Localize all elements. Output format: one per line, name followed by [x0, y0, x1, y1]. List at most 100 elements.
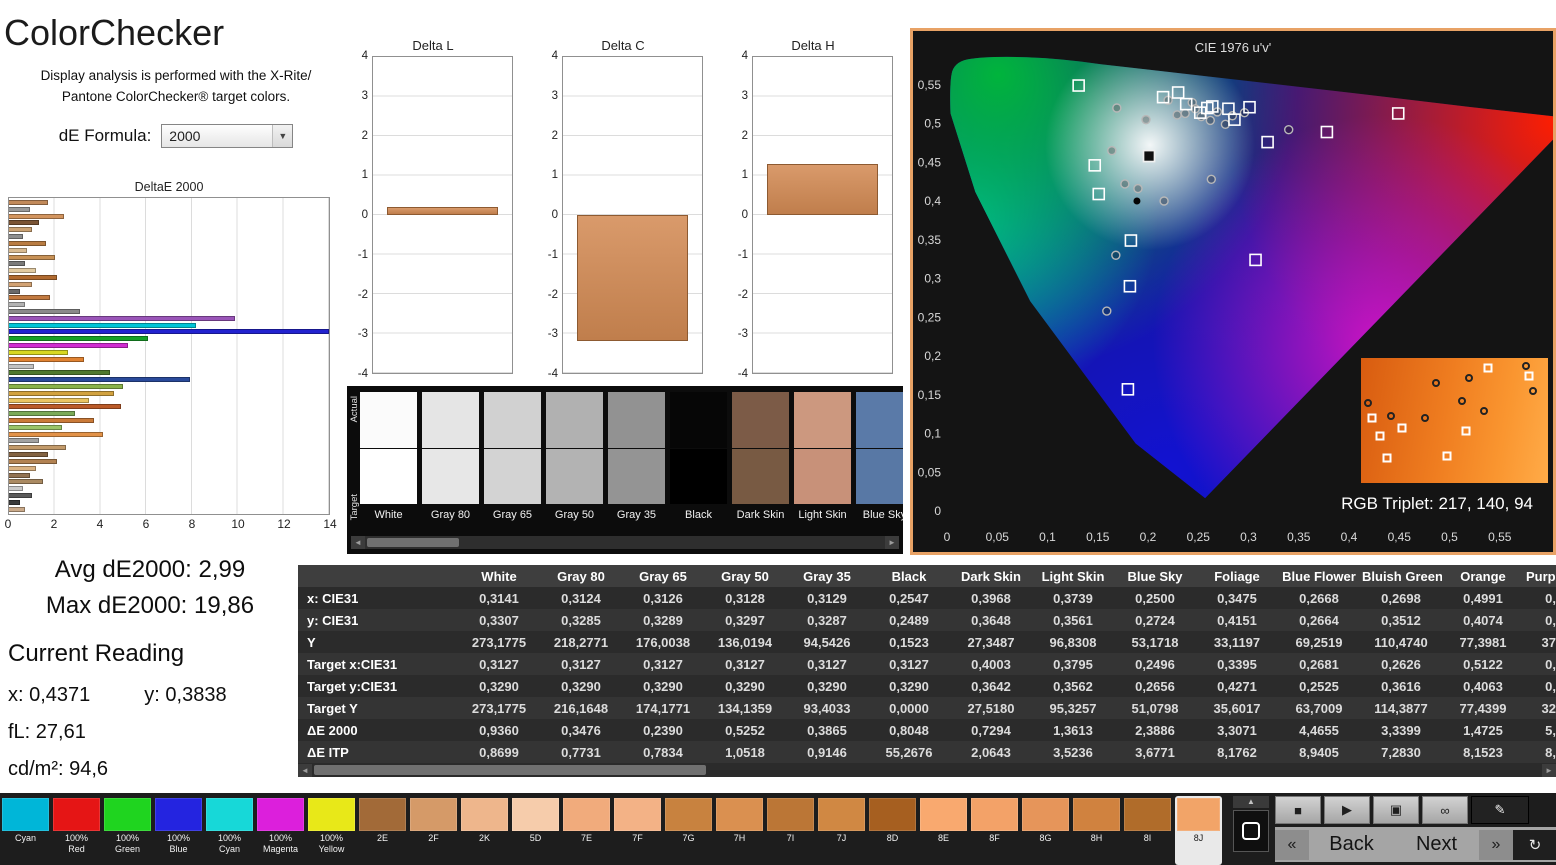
- edit-button[interactable]: ✎: [1471, 796, 1529, 824]
- patch-8f[interactable]: 8F: [971, 798, 1018, 865]
- patch-2e[interactable]: 2E: [359, 798, 406, 865]
- swatch-scrollbar[interactable]: ◄ ►: [351, 536, 899, 549]
- rgb-triplet-label: RGB Triplet: 217, 140, 94: [1341, 494, 1533, 514]
- play-button[interactable]: ▶: [1324, 796, 1370, 824]
- y-axis-tick-label: 0,55: [918, 78, 942, 92]
- deltae-bar: [9, 500, 20, 505]
- table-scrollbar[interactable]: ◄ ►: [298, 763, 1556, 777]
- patch-100-blue[interactable]: 100%Blue: [155, 798, 202, 865]
- patch-5d[interactable]: 5D: [512, 798, 559, 865]
- capture-button[interactable]: ▣: [1373, 796, 1419, 824]
- table-cell: 0,3865: [786, 719, 868, 741]
- patch-7g[interactable]: 7G: [665, 798, 712, 865]
- table-cell: 8,9405: [1278, 741, 1360, 763]
- patch-2f[interactable]: 2F: [410, 798, 457, 865]
- patch-color-swatch: [1177, 798, 1220, 831]
- axis-tick-label: 1: [362, 169, 368, 181]
- patch-8d[interactable]: 8D: [869, 798, 916, 865]
- patch-scroll-up-icon[interactable]: ▲: [1233, 796, 1269, 808]
- column-header-gray-65: Gray 65: [622, 565, 704, 587]
- patch-8e[interactable]: 8E: [920, 798, 967, 865]
- swatch-dark-skin[interactable]: Dark Skin: [732, 392, 789, 524]
- swatch-gray-65[interactable]: Gray 65: [484, 392, 541, 524]
- y-axis-ticks: 43210-1-2-3-4: [352, 56, 372, 374]
- table-row: Target y:CIE310,32900,32900,32900,32900,…: [298, 675, 1556, 697]
- patch-8g[interactable]: 8G: [1022, 798, 1069, 865]
- deltae-bar: [9, 459, 57, 464]
- patch-7j[interactable]: 7J: [818, 798, 865, 865]
- measurement-marker: [1142, 116, 1150, 124]
- patch-color-swatch: [614, 798, 661, 831]
- swatch-gray-80[interactable]: Gray 80: [422, 392, 479, 524]
- patch-8j[interactable]: 8J: [1175, 796, 1222, 865]
- measurement-marker: [1112, 251, 1120, 259]
- axis-tick-label: 4: [742, 50, 748, 62]
- swatch-gray-50[interactable]: Gray 50: [546, 392, 603, 524]
- link-button[interactable]: ∞: [1422, 796, 1468, 824]
- patch-label: 8E: [920, 833, 967, 844]
- deltae-bar: [9, 493, 32, 498]
- axis-tick-label: -1: [548, 249, 558, 261]
- swatch-actual: [856, 392, 903, 448]
- actual-row-label: Actual: [349, 396, 360, 422]
- row-label: y: CIE31: [298, 609, 458, 631]
- axis-tick-label: 3: [362, 90, 368, 102]
- current-patch-button[interactable]: [1233, 810, 1269, 852]
- patch-7i[interactable]: 7I: [767, 798, 814, 865]
- patch-label: 100%Green: [104, 833, 151, 854]
- stop-button[interactable]: ■: [1275, 796, 1321, 824]
- swatch-white[interactable]: White: [360, 392, 417, 524]
- patch-8h[interactable]: 8H: [1073, 798, 1120, 865]
- swatch-gray-35[interactable]: Gray 35: [608, 392, 665, 524]
- swatch-scroll-thumb[interactable]: [367, 538, 459, 547]
- y-axis-ticks: 43210-1-2-3-4: [542, 56, 562, 374]
- scroll-right-icon[interactable]: ►: [1542, 764, 1556, 777]
- deltae-bar: [9, 357, 84, 362]
- reading-cdm2: cd/m²: 94,6: [8, 758, 300, 781]
- patch-100-green[interactable]: 100%Green: [104, 798, 151, 865]
- scroll-right-icon[interactable]: ►: [885, 536, 899, 549]
- reading-y: y: 0,3838: [144, 684, 226, 707]
- scroll-left-icon[interactable]: ◄: [351, 536, 365, 549]
- next-chevron-icon[interactable]: »: [1479, 830, 1513, 860]
- swatch-black[interactable]: Black: [670, 392, 727, 524]
- patch-100-red[interactable]: 100%Red: [53, 798, 100, 865]
- swatch-light-skin[interactable]: Light Skin: [794, 392, 851, 524]
- de-formula-label: dE Formula:: [59, 126, 152, 146]
- inset-target-marker: [1375, 431, 1384, 440]
- swatch-target: [670, 449, 727, 505]
- table-cell: 1,0518: [704, 741, 786, 763]
- next-button[interactable]: Next: [1394, 833, 1479, 856]
- inset-target-marker: [1398, 424, 1407, 433]
- de-formula-dropdown[interactable]: 2000 ▼: [161, 124, 293, 148]
- back-button[interactable]: Back: [1309, 833, 1394, 856]
- refresh-button[interactable]: ↻: [1513, 830, 1556, 860]
- patch-100-cyan[interactable]: 100%Cyan: [206, 798, 253, 865]
- patch-100-magenta[interactable]: 100%Magenta: [257, 798, 304, 865]
- patch-7e[interactable]: 7E: [563, 798, 610, 865]
- table-cell: 273,1775: [458, 631, 540, 653]
- axis-tick-label: 1: [552, 169, 558, 181]
- swatch-blue-sky[interactable]: Blue Sky: [856, 392, 903, 524]
- x-axis-tick-label: 0,25: [1187, 530, 1211, 544]
- swatch-label: Gray 50: [546, 509, 603, 521]
- patch-cyan[interactable]: Cyan: [2, 798, 49, 865]
- inset-measurement-marker: [1480, 407, 1488, 415]
- patch-7f[interactable]: 7F: [614, 798, 661, 865]
- chart-title: Delta H: [732, 38, 894, 56]
- scroll-left-icon[interactable]: ◄: [298, 764, 312, 777]
- back-chevron-icon[interactable]: «: [1275, 830, 1309, 860]
- deltae-plot: [8, 197, 330, 515]
- column-header-dark-skin: Dark Skin: [950, 565, 1032, 587]
- de-formula-value: 2000: [169, 128, 200, 144]
- patch-7h[interactable]: 7H: [716, 798, 763, 865]
- table-scroll-thumb[interactable]: [314, 765, 706, 775]
- patch-8i[interactable]: 8I: [1124, 798, 1171, 865]
- chevron-down-icon[interactable]: ▼: [272, 125, 292, 147]
- patch-color-swatch: [104, 798, 151, 831]
- patch-100-yellow[interactable]: 100%Yellow: [308, 798, 355, 865]
- patch-label: 100%Yellow: [308, 833, 355, 854]
- patch-2k[interactable]: 2K: [461, 798, 508, 865]
- colorchecker-app: ColorChecker Display analysis is perform…: [0, 0, 1556, 865]
- inset-measurement-marker: [1432, 379, 1440, 387]
